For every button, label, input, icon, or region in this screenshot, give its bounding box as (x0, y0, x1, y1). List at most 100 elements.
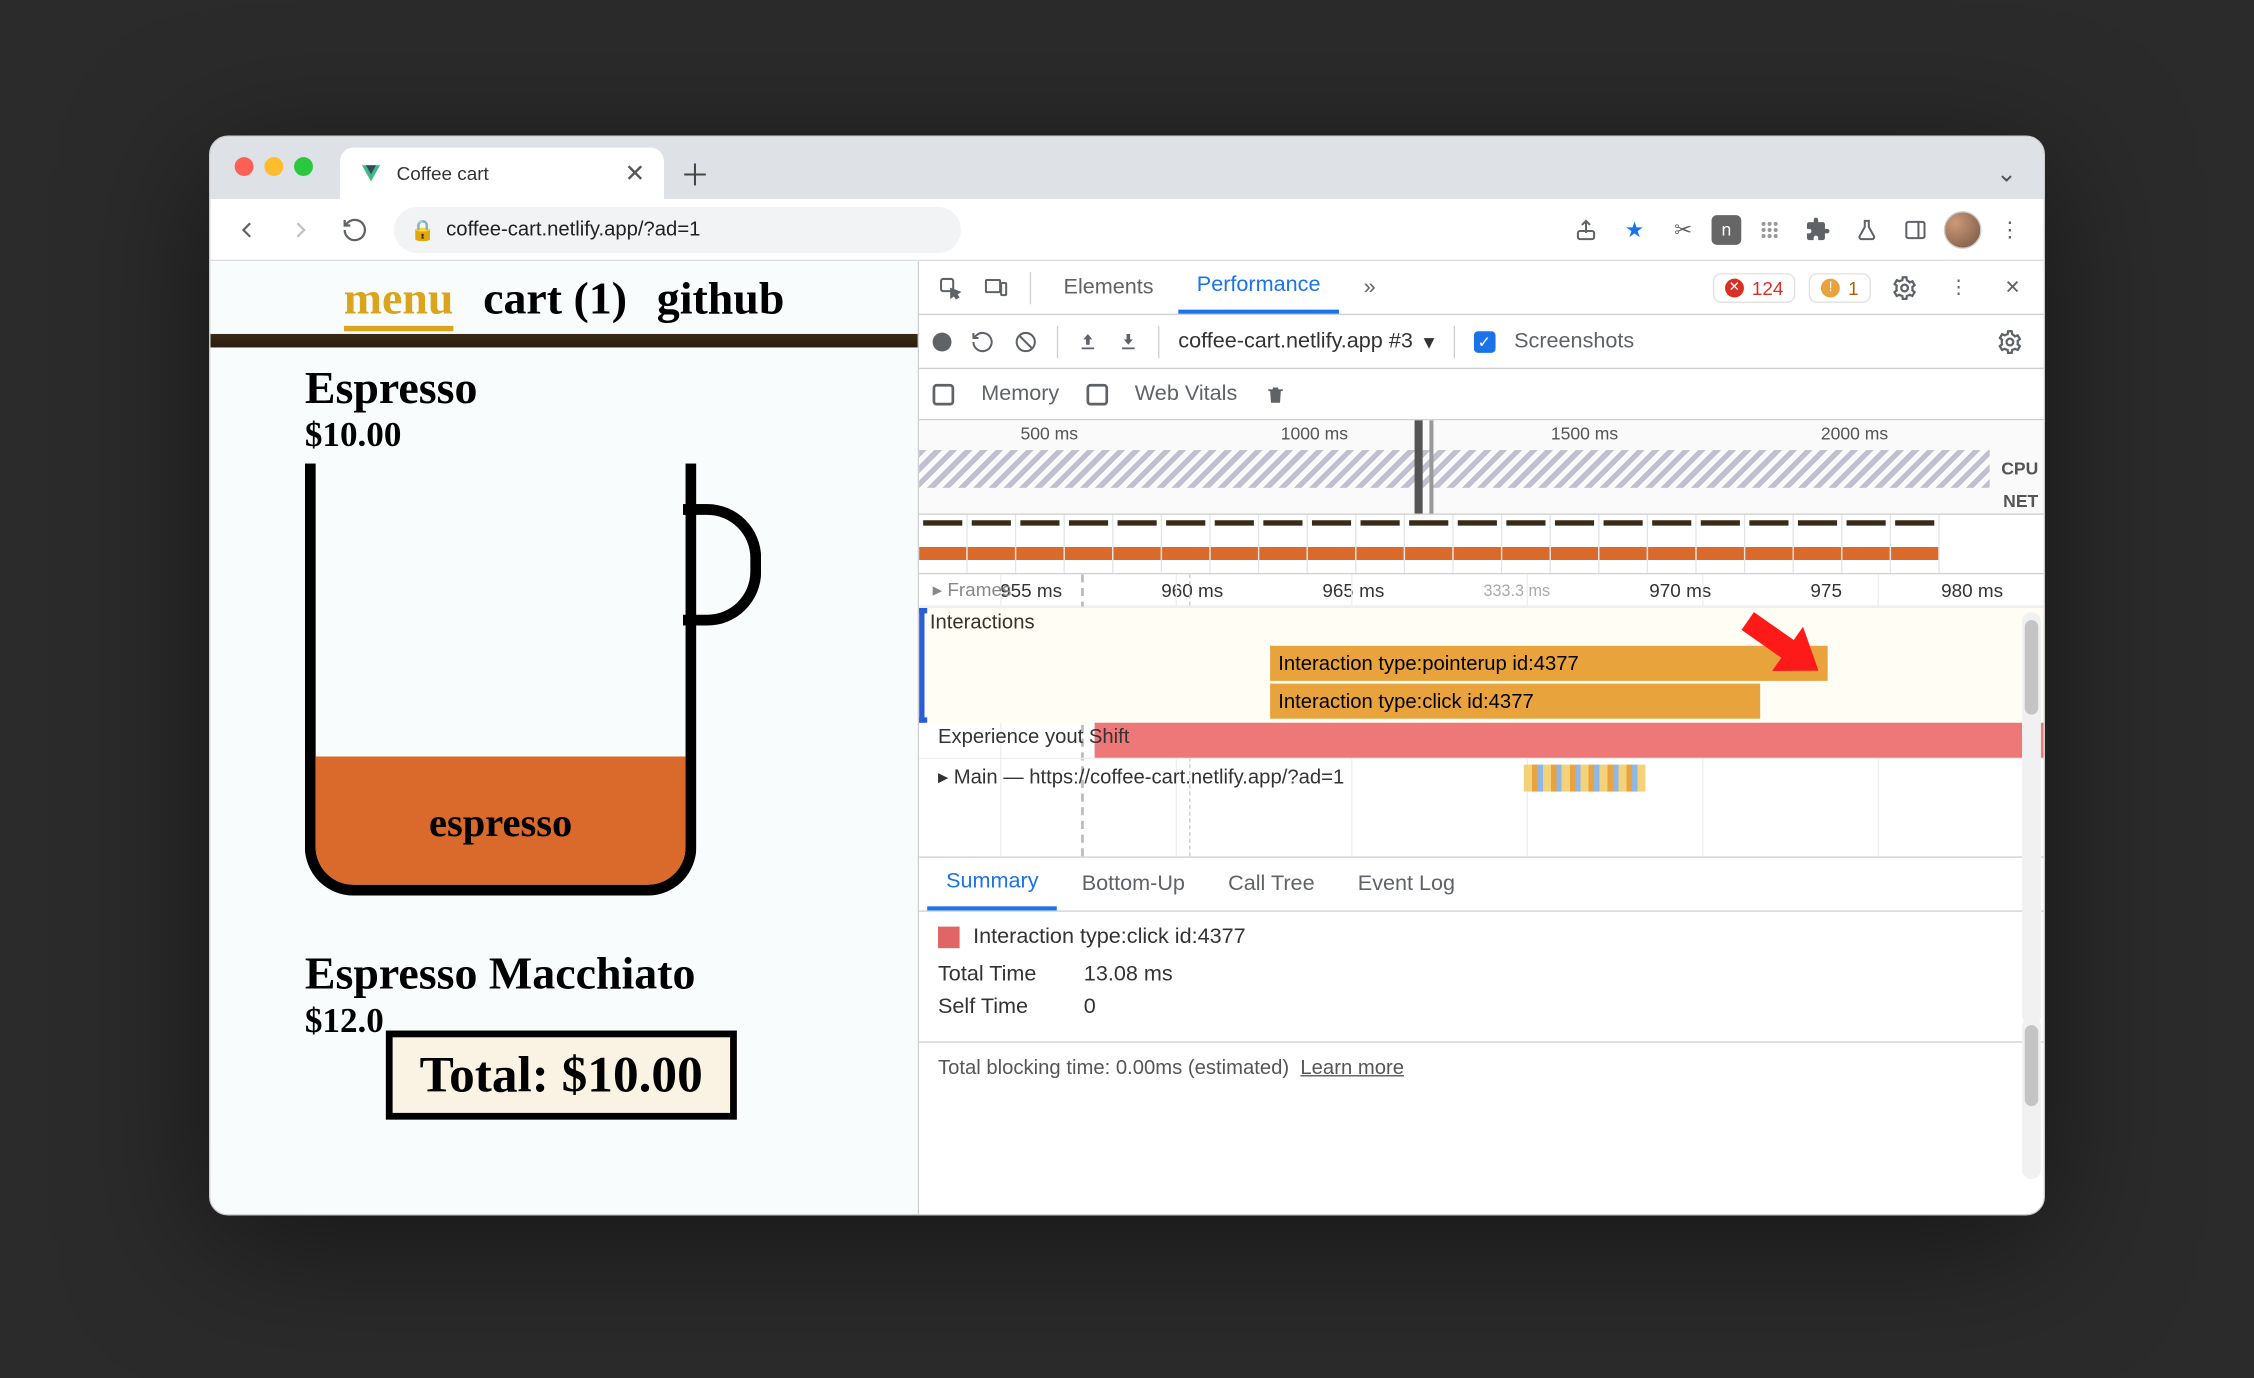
minimize-window-icon[interactable] (264, 157, 283, 176)
browser-tab[interactable]: Coffee cart ✕ (340, 148, 664, 199)
tab-strip: Coffee cart ✕ ＋ ⌄ (210, 137, 2043, 199)
nav-back-button[interactable] (224, 206, 270, 252)
tab-bottom-up[interactable]: Bottom-Up (1063, 858, 1204, 911)
lock-icon: 🔒 (410, 217, 435, 241)
overview-cpu-label: CPU (2001, 458, 2038, 478)
cart-total-chip[interactable]: Total: $10.00 (386, 1031, 737, 1120)
share-icon[interactable] (1566, 209, 1607, 250)
screenshots-filmstrip[interactable] (919, 515, 2044, 574)
side-panel-icon[interactable] (1895, 209, 1936, 250)
summary-scrollbar[interactable] (2022, 1017, 2041, 1179)
summary-title: Interaction type:click id:4377 (973, 925, 1246, 949)
window-controls[interactable] (235, 157, 313, 176)
content-area: menu cart (1) github Espresso $10.00 esp… (210, 261, 2043, 1214)
summary-self-time-value: 0 (1084, 995, 1096, 1019)
product-card-macchiato: Espresso Macchiato $12.0 (210, 909, 917, 1041)
main-tasks-bars[interactable] (1524, 765, 1646, 792)
cup-illustration[interactable]: espresso (305, 464, 751, 909)
nav-cart-link[interactable]: cart (1) (483, 275, 627, 332)
chevron-down-icon: ▾ (1424, 328, 1435, 355)
device-toolbar-icon[interactable] (976, 267, 1017, 308)
product-price: $10.00 (305, 415, 918, 456)
tab-summary[interactable]: Summary (927, 858, 1057, 911)
devtools-kebab-icon[interactable]: ⋮ (1938, 267, 1979, 308)
close-tab-icon[interactable]: ✕ (625, 159, 645, 187)
error-count-pill[interactable]: ✕124 (1713, 273, 1796, 303)
summary-total-time-value: 13.08 ms (1084, 963, 1173, 987)
warning-count: 1 (1848, 277, 1859, 299)
labs-flask-icon[interactable] (1847, 209, 1888, 250)
vue-favicon-icon (359, 161, 383, 185)
inspect-element-icon[interactable] (930, 267, 971, 308)
nav-github-link[interactable]: github (657, 275, 785, 332)
reload-record-icon[interactable] (970, 329, 994, 353)
performance-footer: Total blocking time: 0.00ms (estimated) … (919, 1041, 2044, 1092)
timeline-fps-hint: 333.3 ms (1484, 580, 1551, 599)
address-bar[interactable]: 🔒 coffee-cart.netlify.app/?ad=1 (394, 206, 961, 252)
tab-overflow-button[interactable]: ⌄ (1996, 160, 2016, 188)
memory-label: Memory (981, 382, 1059, 406)
flame-chart[interactable]: ▸ Frames 955 ms 960 ms 965 ms 333.3 ms 9… (919, 574, 2044, 858)
interactions-track[interactable]: Interactions Interaction type:pointerup … (919, 607, 2044, 723)
blocking-time-text: Total blocking time: 0.00ms (estimated) (938, 1056, 1289, 1079)
reload-button[interactable] (332, 206, 378, 252)
devtools-settings-icon[interactable] (1884, 267, 1925, 308)
browser-toolbar: 🔒 coffee-cart.netlify.app/?ad=1 ★ ✂︎ n ⋮ (210, 199, 2043, 261)
load-profile-icon[interactable] (1077, 331, 1099, 353)
trash-icon[interactable] (1264, 382, 1286, 406)
summary-total-time-key: Total Time (938, 963, 1060, 987)
fullscreen-window-icon[interactable] (294, 157, 313, 176)
clear-icon[interactable] (1014, 329, 1038, 353)
tab-performance[interactable]: Performance (1178, 261, 1339, 314)
track-main-label: Main — https://coffee-cart.netlify.app/?… (954, 766, 1344, 789)
close-window-icon[interactable] (235, 157, 254, 176)
site-nav: menu cart (1) github (210, 261, 917, 334)
timeline-overview[interactable]: 500 ms 1000 ms 1500 ms 2000 ms CPU NET (919, 420, 2044, 514)
record-button-icon[interactable] (933, 332, 952, 351)
tab-overflow[interactable]: » (1345, 261, 1395, 314)
scissors-extension-icon[interactable]: ✂︎ (1663, 209, 1704, 250)
screenshots-checkbox[interactable]: ✓ (1474, 331, 1496, 353)
interaction-bar-click[interactable]: Interaction type:click id:4377 (1270, 684, 1760, 719)
main-track[interactable]: ▸ Main — https://coffee-cart.netlify.app… (919, 758, 2044, 799)
overview-net-label: NET (2003, 491, 2038, 511)
recording-select[interactable]: coffee-cart.netlify.app #3 ▾ (1178, 328, 1434, 355)
interaction-bar-label: Interaction type:click id:4377 (1278, 690, 1534, 713)
cup-label: espresso (316, 801, 686, 847)
extensions-puzzle-icon[interactable] (1798, 209, 1839, 250)
timeline-tick: 980 ms (1941, 579, 2003, 601)
webvitals-checkbox[interactable] (1086, 383, 1108, 405)
overview-tick: 1000 ms (1281, 423, 1348, 443)
devtools-tabbar: Elements Performance » ✕124 !1 ⋮ ✕ (919, 261, 2044, 315)
summary-self-time-key: Self Time (938, 995, 1060, 1019)
memory-checkbox[interactable] (933, 383, 955, 405)
tab-call-tree[interactable]: Call Tree (1209, 858, 1333, 911)
capture-settings-icon[interactable] (1990, 321, 2031, 362)
save-profile-icon[interactable] (1118, 331, 1140, 353)
summary-pane: Interaction type:click id:4377 Total Tim… (919, 912, 2044, 1042)
nav-menu-link[interactable]: menu (344, 275, 454, 332)
learn-more-link[interactable]: Learn more (1300, 1056, 1404, 1079)
browser-menu-icon[interactable]: ⋮ (1990, 209, 2031, 250)
extension-n-icon[interactable]: n (1712, 214, 1742, 244)
profile-avatar[interactable] (1944, 210, 1982, 248)
nav-forward-button[interactable] (278, 206, 324, 252)
tab-elements[interactable]: Elements (1045, 261, 1173, 314)
devtools-scrollbar[interactable] (2022, 612, 2041, 1025)
details-tabbar: Summary Bottom-Up Call Tree Event Log (919, 858, 2044, 912)
extension-grid-icon[interactable] (1749, 209, 1790, 250)
interaction-bar-label: Interaction type:pointerup id:4377 (1278, 652, 1579, 675)
experience-track[interactable]: Experience yout Shift (919, 723, 2044, 758)
bookmark-star-icon[interactable]: ★ (1614, 209, 1655, 250)
error-count: 124 (1752, 277, 1784, 299)
warning-count-pill[interactable]: !1 (1809, 273, 1871, 303)
product-card-espresso: Espresso $10.00 espresso (210, 353, 917, 909)
new-tab-button[interactable]: ＋ (672, 150, 718, 196)
tab-event-log[interactable]: Event Log (1339, 858, 1474, 911)
product-name: Espresso Macchiato (305, 950, 918, 1001)
recording-select-label: coffee-cart.netlify.app #3 (1178, 329, 1413, 353)
devtools-panel: Elements Performance » ✕124 !1 ⋮ ✕ (919, 261, 2044, 1214)
performance-options: Memory Web Vitals (919, 369, 2044, 420)
overview-tick: 2000 ms (1821, 423, 1888, 443)
devtools-close-icon[interactable]: ✕ (1992, 267, 2033, 308)
